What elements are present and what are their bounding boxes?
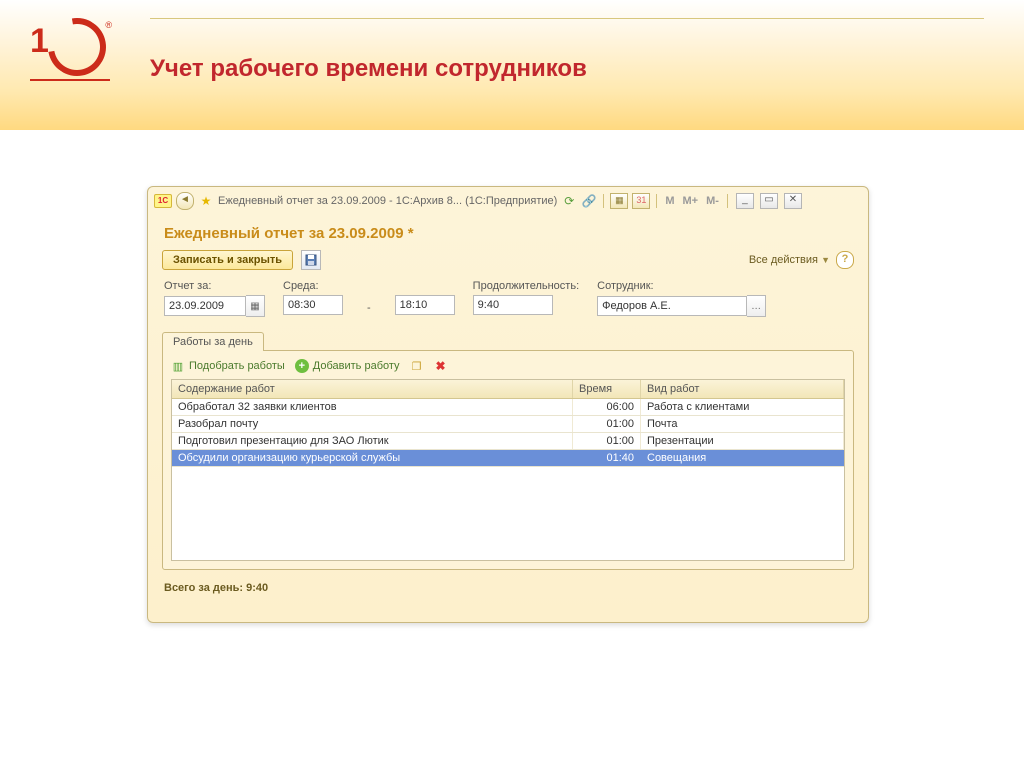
save-button[interactable] (301, 250, 321, 270)
duration-input[interactable] (473, 295, 553, 315)
tab-body: ▥ Подобрать работы + Добавить работу ❐ ✖… (162, 350, 854, 570)
document-toolbar: Записать и закрыть Все действия ▼ ? (162, 250, 854, 270)
col-content-header[interactable]: Содержание работ (172, 380, 573, 398)
window-title-text: Ежедневный отчет за 23.09.2009 - 1С:Архи… (218, 195, 557, 207)
slide-header-band: 1 ® Учет рабочего времени сотрудников (0, 0, 1024, 130)
fields-row: Отчет за: ▦ Среда: - Продолжительност (162, 280, 854, 317)
col-kind-header[interactable]: Вид работ (641, 380, 844, 398)
to-time-input[interactable] (395, 295, 455, 315)
employee-select-button[interactable]: … (747, 295, 766, 317)
date-input[interactable] (164, 296, 246, 316)
from-time-input[interactable] (283, 295, 343, 315)
grid-header: Содержание работ Время Вид работ (172, 380, 844, 399)
slide-title: Учет рабочего времени сотрудников (150, 55, 587, 83)
duration-label: Продолжительность: (473, 280, 579, 292)
document-title: Ежедневный отчет за 23.09.2009 * (164, 225, 854, 242)
calendar-icon[interactable]: 31 (632, 193, 650, 209)
window-restore-button[interactable]: ▭ (760, 193, 778, 209)
date-picker-button[interactable]: ▦ (246, 295, 265, 317)
nav-back-button[interactable]: ◄ (176, 192, 194, 210)
delete-icon[interactable]: ✖ (434, 359, 448, 373)
floppy-disk-icon (305, 254, 317, 266)
all-actions-menu[interactable]: Все действия ▼ (749, 254, 830, 266)
memory-m-button[interactable]: M (663, 195, 676, 207)
header-rule (150, 18, 984, 19)
pick-works-icon: ▥ (171, 359, 185, 373)
employee-label: Сотрудник: (597, 280, 766, 292)
window-minimize-button[interactable]: _ (736, 193, 754, 209)
memory-mminus-button[interactable]: M- (704, 195, 721, 207)
save-and-close-button[interactable]: Записать и закрыть (162, 250, 293, 270)
window-titlebar: 1C ◄ ★ Ежедневный отчет за 23.09.2009 - … (148, 187, 868, 215)
table-row[interactable]: Обсудили организацию курьерской службы01… (172, 450, 844, 467)
employee-input[interactable] (597, 296, 747, 316)
logo-1c: 1 ® (30, 20, 110, 75)
favorite-icon[interactable]: ★ (198, 193, 214, 209)
window-close-button[interactable]: ✕ (784, 193, 802, 209)
table-row[interactable]: Подготовил презентацию для ЗАО Лютик01:0… (172, 433, 844, 450)
time-range-dash: - (361, 302, 377, 317)
calculator-icon[interactable]: ▦ (610, 193, 628, 209)
works-grid: Содержание работ Время Вид работ Обработ… (171, 379, 845, 561)
link-icon[interactable]: 🔗 (581, 193, 597, 209)
date-label: Отчет за: (164, 280, 265, 292)
add-icon: + (295, 359, 309, 373)
col-time-header[interactable]: Время (573, 380, 641, 398)
memory-mplus-button[interactable]: M+ (681, 195, 701, 207)
pick-works-button[interactable]: ▥ Подобрать работы (171, 359, 285, 373)
table-row[interactable]: Обработал 32 заявки клиентов06:00Работа … (172, 399, 844, 416)
refresh-icon[interactable]: ⟳ (561, 193, 577, 209)
app-window: 1C ◄ ★ Ежедневный отчет за 23.09.2009 - … (147, 186, 869, 623)
add-work-button[interactable]: + Добавить работу (295, 359, 400, 373)
tab-works-for-day[interactable]: Работы за день (162, 332, 264, 351)
help-button[interactable]: ? (836, 251, 854, 269)
copy-icon[interactable]: ❐ (410, 359, 424, 373)
footer-total: Всего за день: 9:40 (162, 578, 854, 598)
table-row[interactable]: Разобрал почту01:00Почта (172, 416, 844, 433)
app-icon-1c: 1C (154, 194, 172, 208)
dropdown-arrow-icon: ▼ (821, 255, 830, 265)
from-label: Среда: (283, 280, 343, 292)
